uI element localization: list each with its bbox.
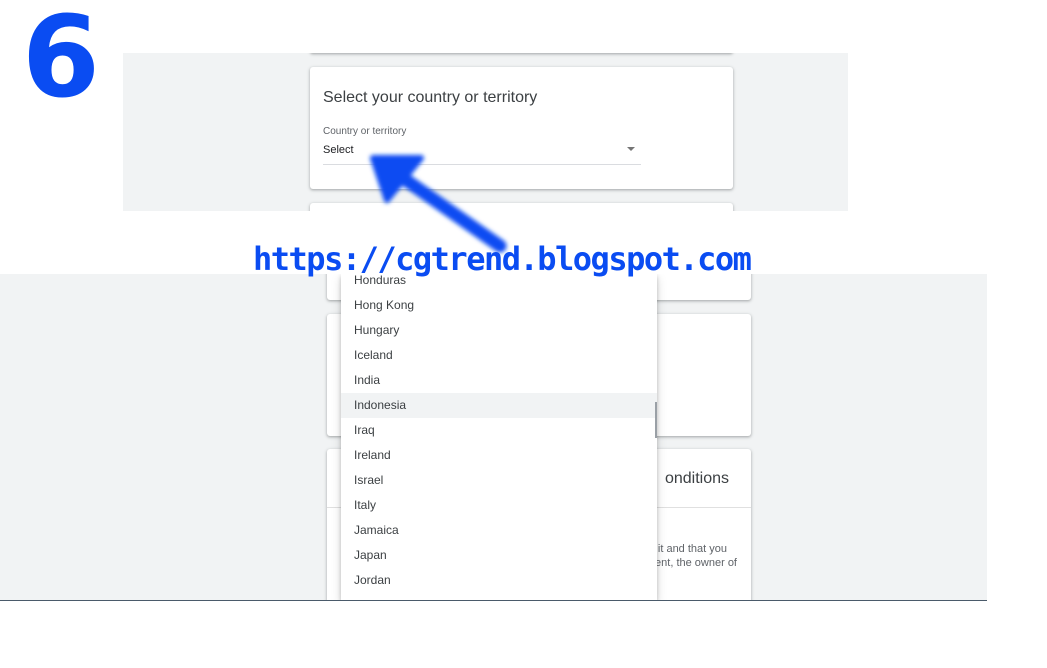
country-select-value: Select bbox=[323, 144, 354, 156]
dropdown-option[interactable]: Iceland bbox=[341, 343, 657, 368]
terms-card-title: onditions bbox=[664, 470, 729, 487]
dropdown-option[interactable]: Hong Kong bbox=[341, 293, 657, 318]
dropdown-option[interactable]: Ireland bbox=[341, 443, 657, 468]
dropdown-option[interactable]: Jordan bbox=[341, 568, 657, 593]
screenshot-country-dropdown: onditions it and that you ent, the owner… bbox=[0, 274, 987, 601]
dropdown-option[interactable]: India bbox=[341, 368, 657, 393]
dropdown-option[interactable]: Hungary bbox=[341, 318, 657, 343]
dropdown-option[interactable]: Italy bbox=[341, 493, 657, 518]
dropdown-scrollbar[interactable] bbox=[655, 402, 657, 438]
country-field-label: Country or territory bbox=[323, 126, 407, 137]
dropdown-option-highlighted[interactable]: Indonesia bbox=[341, 393, 657, 418]
terms-text-line: ent, the owner of bbox=[655, 557, 737, 569]
website-url-watermark: https://cgtrend.blogspot.com bbox=[253, 240, 752, 278]
dropdown-caret-icon bbox=[627, 147, 635, 151]
dropdown-options: Honduras Hong Kong Hungary Iceland India… bbox=[341, 274, 657, 593]
dropdown-option[interactable]: Jamaica bbox=[341, 518, 657, 543]
terms-text-line: it and that you bbox=[657, 543, 727, 555]
dropdown-option[interactable]: Iraq bbox=[341, 418, 657, 443]
country-dropdown-list[interactable]: Honduras Hong Kong Hungary Iceland India… bbox=[341, 274, 657, 600]
step-number: 6 bbox=[22, 0, 100, 123]
dropdown-option[interactable]: Japan bbox=[341, 543, 657, 568]
country-card-title: Select your country or territory bbox=[323, 89, 538, 106]
dropdown-option[interactable]: Israel bbox=[341, 468, 657, 493]
